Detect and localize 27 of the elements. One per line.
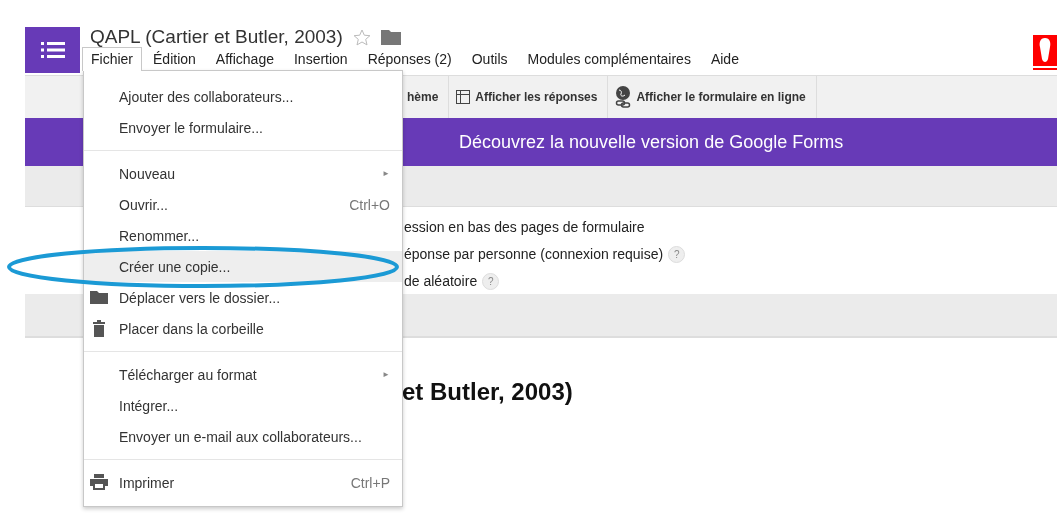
menu-item[interactable]: Ajouter des collaborateurs... <box>84 81 402 112</box>
menu-item[interactable]: Placer dans la corbeille <box>84 313 402 344</box>
banner-text: Découvrez la nouvelle version de Google Forms <box>459 131 844 153</box>
menu-item[interactable]: Renommer... <box>84 220 402 251</box>
forms-menu-button[interactable] <box>25 27 80 73</box>
menu-item[interactable]: Envoyer un e-mail aux collaborateurs... <box>84 421 402 452</box>
printer-icon <box>90 474 108 490</box>
setting-text: de aléatoire <box>404 273 478 289</box>
setting-text: éponse par personne (connexion requise) <box>404 246 664 262</box>
document-title[interactable]: QAPL (Cartier et Butler, 2003) <box>90 26 343 48</box>
menu-tab[interactable]: Fichier <box>82 47 142 71</box>
folder-icon <box>90 289 108 305</box>
menu-item[interactable]: Créer une copie... <box>84 251 402 282</box>
menu-item[interactable]: Déplacer vers le dossier... <box>84 282 402 313</box>
menu-item[interactable]: Télécharger au format ► <box>84 359 402 390</box>
table-icon <box>456 90 471 104</box>
list-icon <box>40 42 65 58</box>
folder-icon[interactable] <box>380 29 401 45</box>
setting-text: ession en bas des pages de formulaire <box>404 219 645 235</box>
form-title: et Butler, 2003) <box>402 378 573 405</box>
trash-icon <box>90 320 108 337</box>
menu-item[interactable]: Intégrer... <box>84 390 402 421</box>
menu-item[interactable]: Imprimer Ctrl+P <box>84 467 402 498</box>
globe-link-icon <box>615 86 632 108</box>
account-icon[interactable] <box>1033 35 1057 70</box>
menu-item[interactable]: Ouvrir... Ctrl+O <box>84 189 402 220</box>
star-icon[interactable] <box>352 28 371 46</box>
